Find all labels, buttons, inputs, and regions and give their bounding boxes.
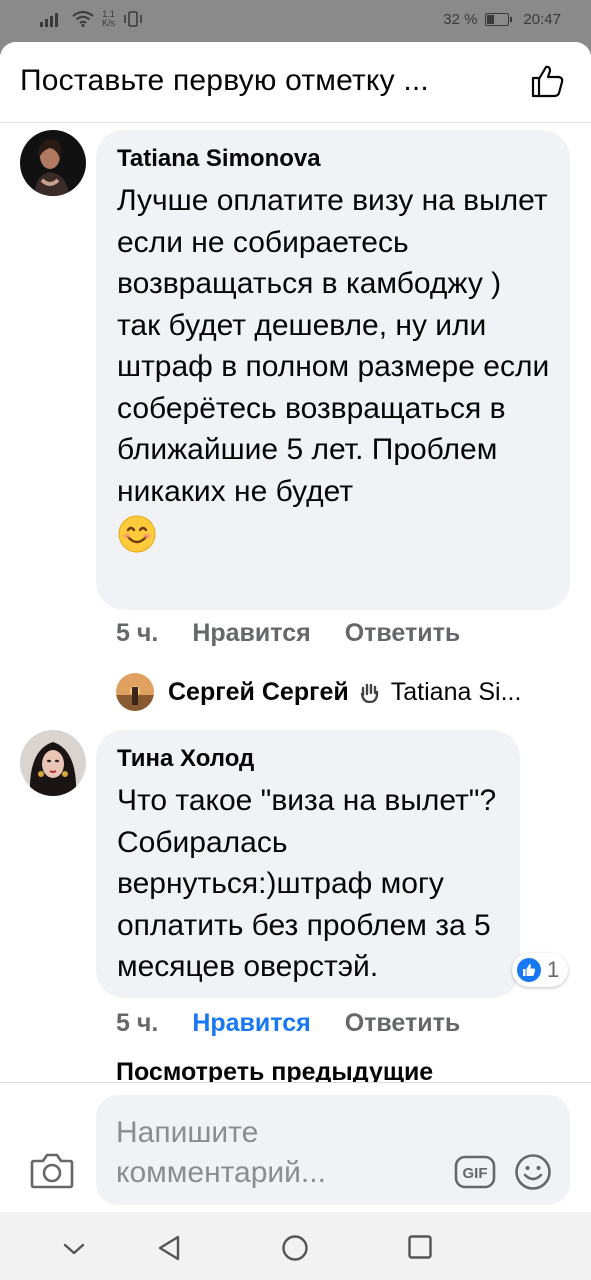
- gif-icon[interactable]: GIF: [454, 1155, 496, 1189]
- reply-button[interactable]: Ответить: [345, 619, 461, 648]
- reply-author[interactable]: Сергей Сергей: [168, 678, 349, 707]
- like-button[interactable]: Нравится: [192, 1009, 310, 1038]
- avatar-sergey[interactable]: [116, 673, 154, 711]
- comment-author[interactable]: Tatiana Simonova: [117, 144, 550, 174]
- avatar-tatiana[interactable]: [20, 130, 86, 196]
- comment-bubble[interactable]: Тина Холод Что такое "виза на вылет"?Соб…: [96, 730, 520, 998]
- comment-input[interactable]: Напишите комментарий... GIF: [96, 1095, 570, 1205]
- comment-text: Лучше оплатите визу на вылет если не соб…: [117, 180, 550, 566]
- battery-percent: 32 %: [443, 11, 478, 28]
- comment-actions: 5 ч. Нравится Ответить: [116, 1009, 460, 1038]
- reaction-badge[interactable]: 1: [512, 953, 568, 987]
- recents-icon[interactable]: [407, 1234, 433, 1260]
- network-speed-unit: K/s: [102, 18, 116, 28]
- comment-composer: Напишите комментарий... GIF: [0, 1082, 591, 1213]
- battery-fill: [487, 15, 495, 24]
- emoji-icon[interactable]: [514, 1153, 552, 1191]
- clock: 20:47: [523, 11, 561, 28]
- comment-input-placeholder: Напишите комментарий...: [116, 1116, 326, 1189]
- comment-time: 5 ч.: [116, 619, 159, 647]
- sheet-header: Поставьте первую отметку ...: [0, 42, 591, 123]
- signal-icon: [40, 13, 58, 27]
- reply-target: Tatiana Si...: [390, 677, 522, 706]
- view-previous-replies-link[interactable]: Посмотреть предыдущие: [116, 1058, 433, 1082]
- comment-text: Что такое "виза на вылет"?Собиралась вер…: [117, 784, 497, 983]
- comment-bubble[interactable]: Tatiana Simonova Лучше оплатите визу на …: [96, 130, 570, 610]
- avatar-tina[interactable]: [20, 730, 86, 796]
- page-title: Поставьте первую отметку ...: [20, 64, 429, 97]
- comment-text-body: Лучше оплатите визу на вылет если не соб…: [117, 184, 550, 508]
- smiling-face-emoji-icon: [118, 515, 156, 553]
- reply-preview[interactable]: Сергей Сергей Tatiana Si...: [116, 672, 521, 712]
- chevron-down-icon[interactable]: [62, 1242, 86, 1256]
- wifi-icon: [72, 11, 94, 27]
- network-speed: 1.1 K/s: [102, 10, 115, 28]
- comments-sheet: Поставьте первую отметку ... Tatiana Sim…: [0, 42, 591, 1082]
- back-icon[interactable]: [156, 1234, 182, 1262]
- like-reaction-icon: [517, 958, 541, 982]
- thumbs-up-outline-icon[interactable]: [528, 62, 566, 100]
- comment-author[interactable]: Тина Холод: [117, 744, 500, 774]
- comment-time: 5 ч.: [116, 1009, 159, 1037]
- waving-hand-icon: [360, 683, 378, 703]
- gif-label: GIF: [463, 1165, 488, 1182]
- battery-icon: [485, 13, 513, 26]
- comment-actions: 5 ч. Нравится Ответить: [116, 619, 460, 648]
- status-bar: 1.1 K/s 32 % 20:47: [0, 0, 591, 42]
- vibrate-icon: [124, 11, 142, 27]
- camera-icon[interactable]: [30, 1151, 74, 1189]
- reply-button[interactable]: Ответить: [345, 1009, 461, 1038]
- system-nav-bar: [0, 1212, 591, 1280]
- reaction-count: 1: [547, 957, 560, 982]
- like-button[interactable]: Нравится: [192, 619, 310, 648]
- home-icon[interactable]: [281, 1234, 309, 1262]
